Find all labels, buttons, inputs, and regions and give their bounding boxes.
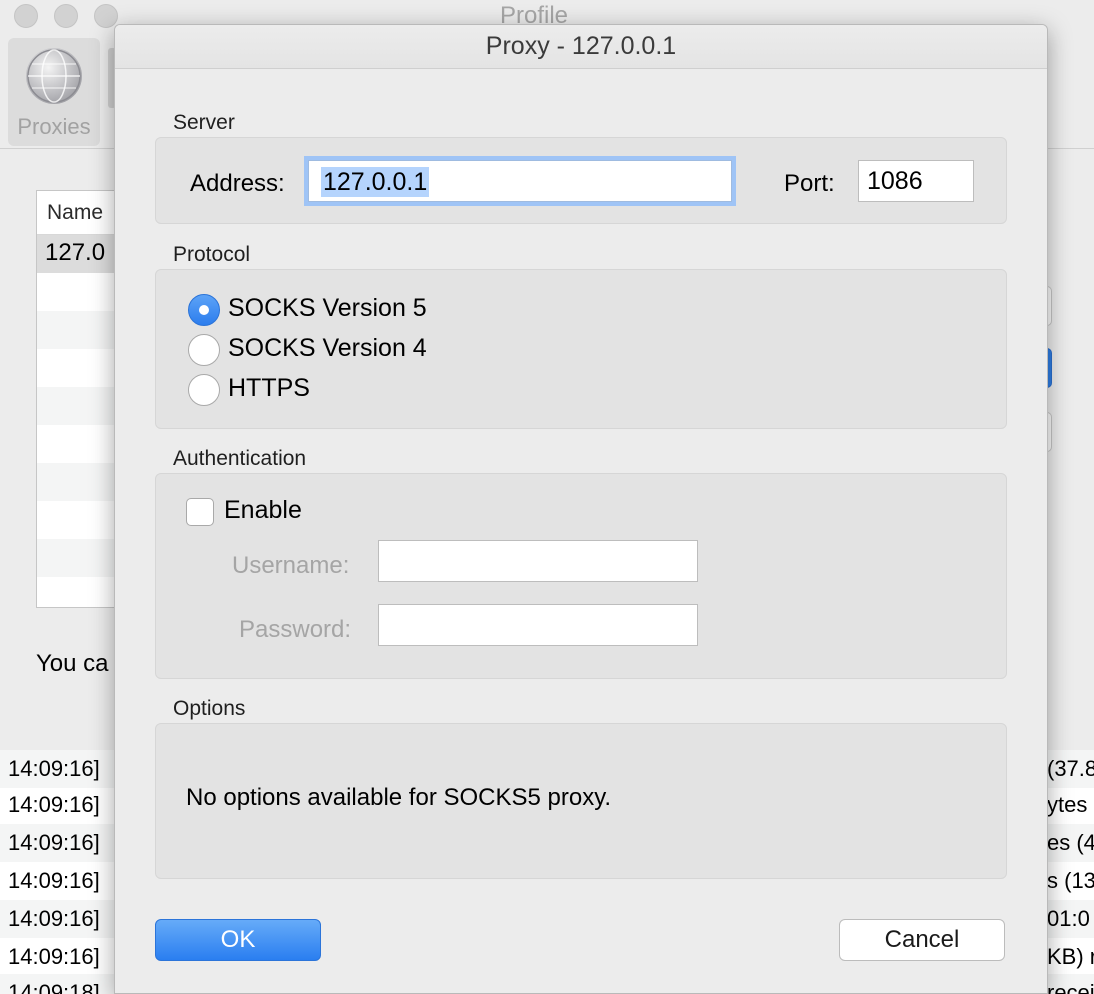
- radio-socks4-label[interactable]: SOCKS Version 4: [228, 334, 427, 363]
- radio-unselected-icon[interactable]: [188, 374, 220, 406]
- server-section-label: Server: [173, 111, 235, 134]
- log-time: 14:09:16]: [8, 868, 100, 893]
- radio-unselected-icon[interactable]: [188, 334, 220, 366]
- log-time: 14:09:16]: [8, 756, 100, 781]
- table-row[interactable]: [37, 387, 125, 425]
- password-label: Password:: [239, 616, 352, 643]
- radio-https-label[interactable]: HTTPS: [228, 374, 310, 403]
- log-time: 14:09:16]: [8, 906, 100, 931]
- log-text: (37.8: [1047, 756, 1094, 781]
- log-time: 14:09:16]: [8, 792, 100, 817]
- server-group: Address: 127.0.0.1 Port: 1086: [155, 137, 1007, 224]
- table-row[interactable]: [37, 425, 125, 463]
- table-row[interactable]: [37, 539, 125, 577]
- address-label: Address:: [190, 170, 285, 197]
- table-row[interactable]: [37, 311, 125, 349]
- proxy-list-table[interactable]: Name 127.0: [36, 190, 126, 608]
- proxy-dialog: Proxy - 127.0.0.1 Server Address: 127.0.…: [114, 24, 1048, 994]
- port-field[interactable]: 1086: [858, 160, 974, 202]
- log-text: ytes (: [1047, 792, 1094, 817]
- dialog-titlebar: Proxy - 127.0.0.1: [115, 25, 1047, 69]
- log-text: s (13: [1047, 868, 1094, 893]
- table-header[interactable]: Name: [37, 191, 125, 235]
- address-field[interactable]: 127.0.0.1: [308, 160, 732, 202]
- cancel-button[interactable]: Cancel: [839, 919, 1005, 961]
- ok-button[interactable]: OK: [155, 919, 321, 961]
- table-row[interactable]: [37, 273, 125, 311]
- minimize-window-button[interactable]: [54, 4, 78, 28]
- username-field[interactable]: [378, 540, 698, 582]
- log-time: 14:09:16]: [8, 830, 100, 855]
- radio-selected-icon[interactable]: [188, 294, 220, 326]
- log-text: receiv: [1047, 980, 1094, 994]
- options-message: No options available for SOCKS5 proxy.: [186, 784, 612, 811]
- options-section-label: Options: [173, 697, 246, 720]
- table-cell: 127.0: [45, 239, 106, 266]
- protocol-section-label: Protocol: [173, 243, 251, 266]
- table-row[interactable]: [37, 501, 125, 539]
- authentication-group: Enable Username: Password:: [155, 473, 1007, 679]
- toolbar-item-proxies[interactable]: Proxies: [8, 38, 100, 146]
- log-time: 14:09:16]: [8, 944, 100, 969]
- table-row[interactable]: 127.0: [37, 235, 125, 273]
- close-window-button[interactable]: [14, 4, 38, 28]
- log-text: es (4: [1047, 830, 1094, 855]
- globe-icon: [26, 48, 82, 104]
- protocol-group: SOCKS Version 5 SOCKS Version 4 HTTPS: [155, 269, 1007, 429]
- enable-checkbox[interactable]: [186, 498, 214, 526]
- port-label: Port:: [784, 170, 835, 197]
- table-row[interactable]: [37, 463, 125, 501]
- password-field[interactable]: [378, 604, 698, 646]
- authentication-section-label: Authentication: [173, 447, 307, 470]
- radio-socks5-label[interactable]: SOCKS Version 5: [228, 294, 427, 323]
- background-hint-text: You ca: [36, 650, 109, 677]
- column-header-name: Name: [47, 201, 104, 224]
- username-label: Username:: [232, 552, 350, 579]
- log-time: 14:09:18]: [8, 980, 100, 994]
- table-row[interactable]: [37, 349, 125, 387]
- log-text: KB) r: [1047, 944, 1094, 969]
- address-value: 127.0.0.1: [321, 167, 430, 197]
- dialog-title: Proxy - 127.0.0.1: [485, 32, 677, 60]
- toolbar-label-proxies: Proxies: [17, 114, 91, 139]
- options-group: No options available for SOCKS5 proxy.: [155, 723, 1007, 879]
- log-text: 01:0: [1047, 906, 1090, 931]
- enable-label[interactable]: Enable: [224, 496, 302, 525]
